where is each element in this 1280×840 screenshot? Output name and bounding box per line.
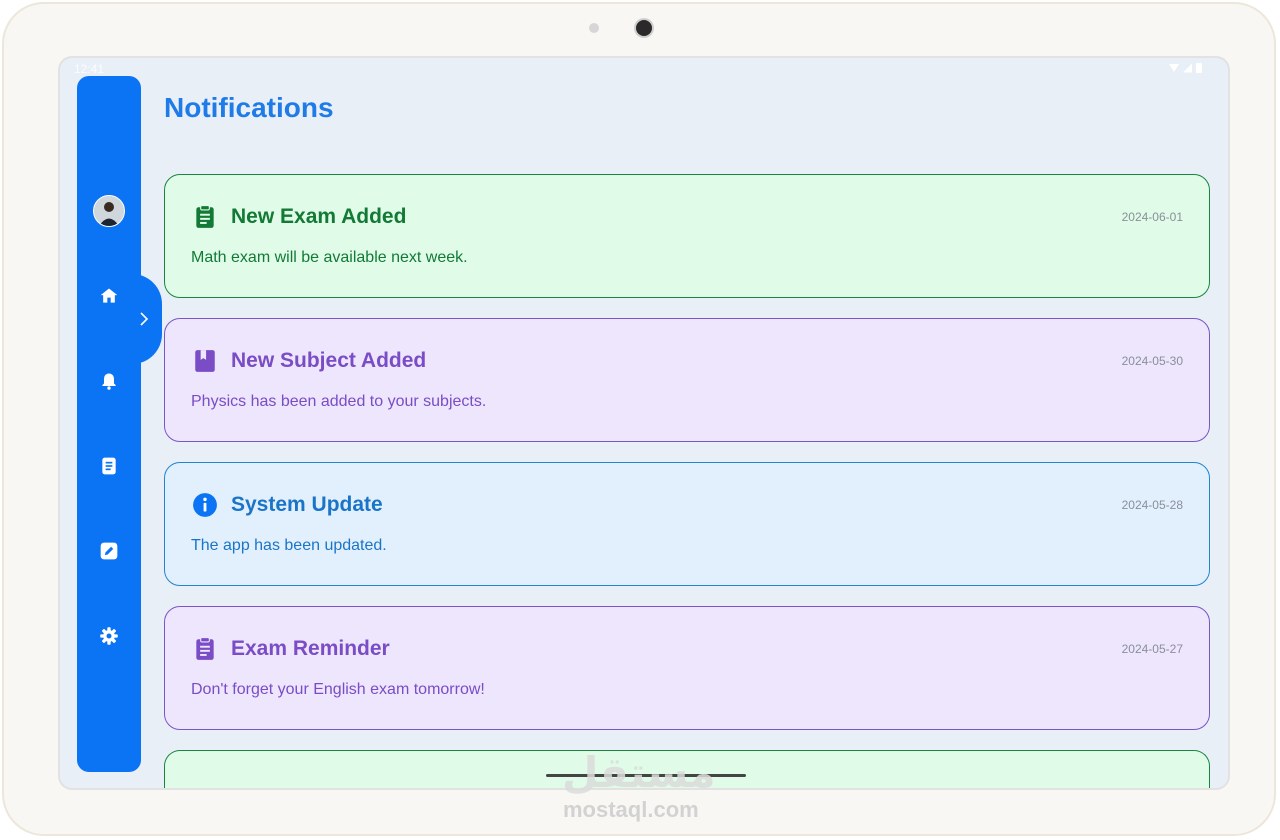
gear-icon xyxy=(100,627,118,645)
notification-message: The app has been updated. xyxy=(191,537,387,554)
notification-date: 2024-05-27 xyxy=(1121,642,1183,656)
notification-card[interactable]: Exam Reminder 2024-05-27 Don't forget yo… xyxy=(164,606,1210,730)
book-icon xyxy=(191,347,219,375)
status-icons xyxy=(1169,63,1202,73)
notification-title: Exam Reminder xyxy=(231,637,390,660)
clipboard-icon xyxy=(191,635,219,663)
notification-list: New Exam Added 2024-06-01 Math exam will… xyxy=(164,174,1210,788)
notification-date: 2024-05-28 xyxy=(1121,498,1183,512)
bell-icon xyxy=(102,373,116,390)
sidebar-item-edit[interactable] xyxy=(97,539,121,563)
notification-card[interactable]: New Exam Added 2024-06-01 Math exam will… xyxy=(164,174,1210,298)
status-bar: 12:41 xyxy=(60,58,1228,82)
sidebar-item-documents[interactable] xyxy=(97,454,121,478)
sidebar-item-settings[interactable] xyxy=(97,624,121,648)
info-icon xyxy=(191,491,219,519)
notification-message: Physics has been added to your subjects. xyxy=(191,393,487,410)
sidebar xyxy=(77,76,141,772)
notification-card[interactable]: New Subject Added 2024-05-30 Physics has… xyxy=(164,318,1210,442)
watermark-text: mostaql.com xyxy=(563,797,699,822)
notification-card[interactable]: System Update 2024-05-28 The app has bee… xyxy=(164,462,1210,586)
notification-date: 2024-05-30 xyxy=(1121,354,1183,368)
avatar-image xyxy=(94,196,124,226)
home-icon xyxy=(100,288,118,303)
battery-icon xyxy=(1196,63,1202,73)
tablet-frame: 12:41 Notifications New Exam Added 2024-… xyxy=(2,2,1276,836)
status-time: 12:41 xyxy=(74,62,105,76)
app-screen: 12:41 Notifications New Exam Added 2024-… xyxy=(58,56,1230,790)
front-camera xyxy=(636,20,652,36)
notification-title: System Update xyxy=(231,493,383,516)
document-icon xyxy=(102,457,116,475)
signal-icon xyxy=(1183,63,1192,73)
wifi-icon xyxy=(1169,64,1179,72)
watermark-logo: مستقل xyxy=(562,749,716,796)
sidebar-item-notifications[interactable] xyxy=(97,369,121,393)
page-title: Notifications xyxy=(164,92,334,123)
chevron-right-icon xyxy=(140,312,149,326)
notification-date: 2024-06-01 xyxy=(1121,210,1183,224)
sidebar-item-home[interactable] xyxy=(97,284,121,308)
notification-title: New Exam Added xyxy=(231,205,407,228)
notification-message: Math exam will be available next week. xyxy=(191,249,468,266)
notification-message: Don't forget your English exam tomorrow! xyxy=(191,681,485,698)
notification-title: New Subject Added xyxy=(231,349,427,372)
sidebar-expand-button[interactable] xyxy=(132,274,162,364)
avatar[interactable] xyxy=(93,195,125,227)
edit-icon xyxy=(100,542,118,560)
clipboard-icon xyxy=(191,203,219,231)
light-sensor xyxy=(589,23,599,33)
